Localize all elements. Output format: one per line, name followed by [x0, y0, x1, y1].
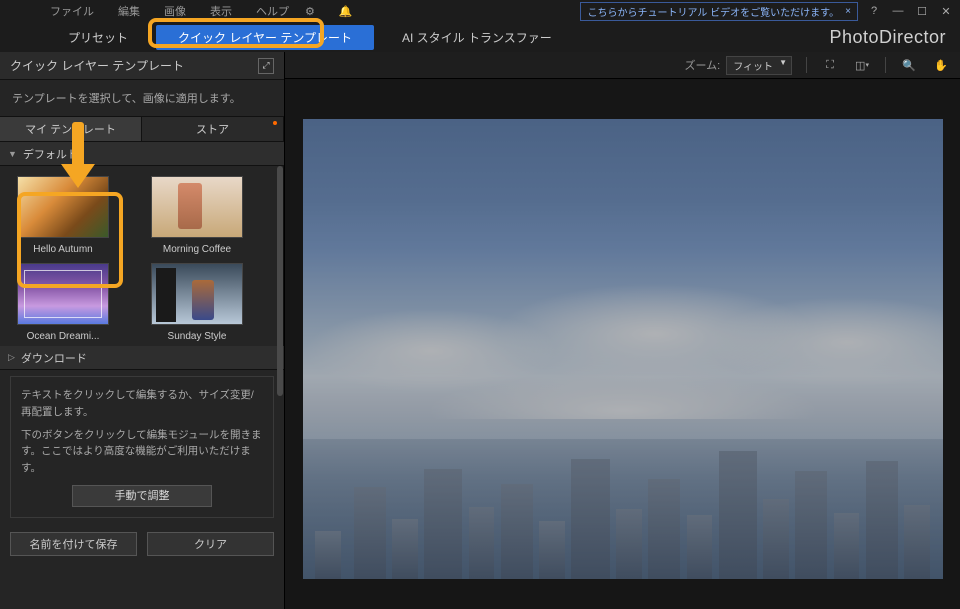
- expand-icon[interactable]: ⤢: [258, 58, 274, 74]
- brand-label: PhotoDirector: [829, 22, 946, 52]
- pan-icon[interactable]: ✋: [932, 56, 950, 74]
- template-grid: Hello Autumn Morning Coffee Ocean Dreami…: [0, 166, 284, 346]
- chevron-right-icon: ▷: [8, 352, 15, 363]
- maximize-icon[interactable]: ☐: [914, 3, 930, 19]
- panel-description: テンプレートを選択して、画像に適用します。: [0, 80, 284, 116]
- tab-ai-style[interactable]: AI スタイル トランスファー: [394, 25, 560, 50]
- menu-help[interactable]: ヘルプ: [256, 3, 289, 19]
- template-thumb: [151, 263, 243, 325]
- menu-image[interactable]: 画像: [164, 3, 186, 19]
- chevron-down-icon: ▼: [779, 58, 787, 67]
- tutorial-link[interactable]: こちらからチュートリアル ビデオをご覧いただけます。 ×: [580, 2, 858, 21]
- help-icon[interactable]: ?: [866, 3, 882, 19]
- menubar: ファイル 編集 画像 表示 ヘルプ ⚙ 🔔 こちらからチュートリアル ビデオをご…: [0, 0, 960, 22]
- tutorial-link-text: こちらからチュートリアル ビデオをご覧いただけます。: [587, 4, 839, 19]
- sidebar: クイック レイヤー テンプレート ⤢ テンプレートを選択して、画像に適用します。…: [0, 52, 285, 609]
- panel-subtabs: マイ テンプレート ストア: [0, 116, 284, 142]
- template-thumb: [151, 176, 243, 238]
- tab-quick-layer[interactable]: クイック レイヤー テンプレート: [156, 25, 374, 50]
- search-icon[interactable]: 🔍: [900, 56, 918, 74]
- help-box: テキストをクリックして編集するか、サイズ変更/再配置します。 下のボタンをクリッ…: [10, 376, 274, 518]
- mode-tabbar: プリセット クイック レイヤー テンプレート AI スタイル トランスファー P…: [0, 22, 960, 52]
- zoom-label: ズーム:: [684, 57, 720, 73]
- notification-dot-icon: [273, 121, 277, 125]
- fit-screen-icon[interactable]: ⛶: [821, 56, 839, 74]
- manual-adjust-button[interactable]: 手動で調整: [72, 485, 212, 507]
- panel-header: クイック レイヤー テンプレート ⤢: [0, 52, 284, 80]
- compare-icon[interactable]: ◫▾: [853, 56, 871, 74]
- section-default[interactable]: ▼ デフォルト: [0, 142, 284, 166]
- template-morning-coffee[interactable]: Morning Coffee: [140, 176, 254, 255]
- canvas-toolbar: ズーム: フィット ▼ ⛶ ◫▾ 🔍 ✋: [285, 52, 960, 79]
- panel-title: クイック レイヤー テンプレート: [10, 57, 184, 74]
- bell-icon[interactable]: 🔔: [339, 5, 353, 18]
- canvas-viewport[interactable]: [285, 79, 960, 609]
- help-text-1: テキストをクリックして編集するか、サイズ変更/再配置します。: [21, 387, 263, 421]
- gear-icon[interactable]: ⚙: [305, 5, 315, 18]
- scrollbar[interactable]: [277, 166, 283, 346]
- template-ocean-dreaming[interactable]: Ocean Dreami...: [6, 263, 120, 342]
- subtab-store[interactable]: ストア: [142, 117, 284, 141]
- chevron-down-icon: ▼: [8, 149, 17, 159]
- minimize-icon[interactable]: —: [890, 3, 906, 19]
- help-text-2: 下のボタンをクリックして編集モジュールを開きます。ここではより高度な機能がご利用…: [21, 427, 263, 477]
- menu-file[interactable]: ファイル: [50, 3, 94, 19]
- close-icon[interactable]: ×: [845, 6, 851, 17]
- menu-edit[interactable]: 編集: [118, 3, 140, 19]
- template-hello-autumn[interactable]: Hello Autumn: [6, 176, 120, 255]
- template-thumb: [17, 176, 109, 238]
- menu-view[interactable]: 表示: [210, 3, 232, 19]
- zoom-select[interactable]: フィット ▼: [726, 56, 792, 75]
- canvas-area: ズーム: フィット ▼ ⛶ ◫▾ 🔍 ✋: [285, 52, 960, 609]
- preview-image: [303, 119, 943, 579]
- window-close-icon[interactable]: ✕: [938, 3, 954, 19]
- clear-button[interactable]: クリア: [147, 532, 274, 556]
- tab-preset[interactable]: プリセット: [60, 25, 136, 50]
- template-thumb: [17, 263, 109, 325]
- section-download[interactable]: ▷ ダウンロード: [0, 346, 284, 370]
- template-sunday-style[interactable]: Sunday Style: [140, 263, 254, 342]
- subtab-my-templates[interactable]: マイ テンプレート: [0, 117, 142, 141]
- save-as-button[interactable]: 名前を付けて保存: [10, 532, 137, 556]
